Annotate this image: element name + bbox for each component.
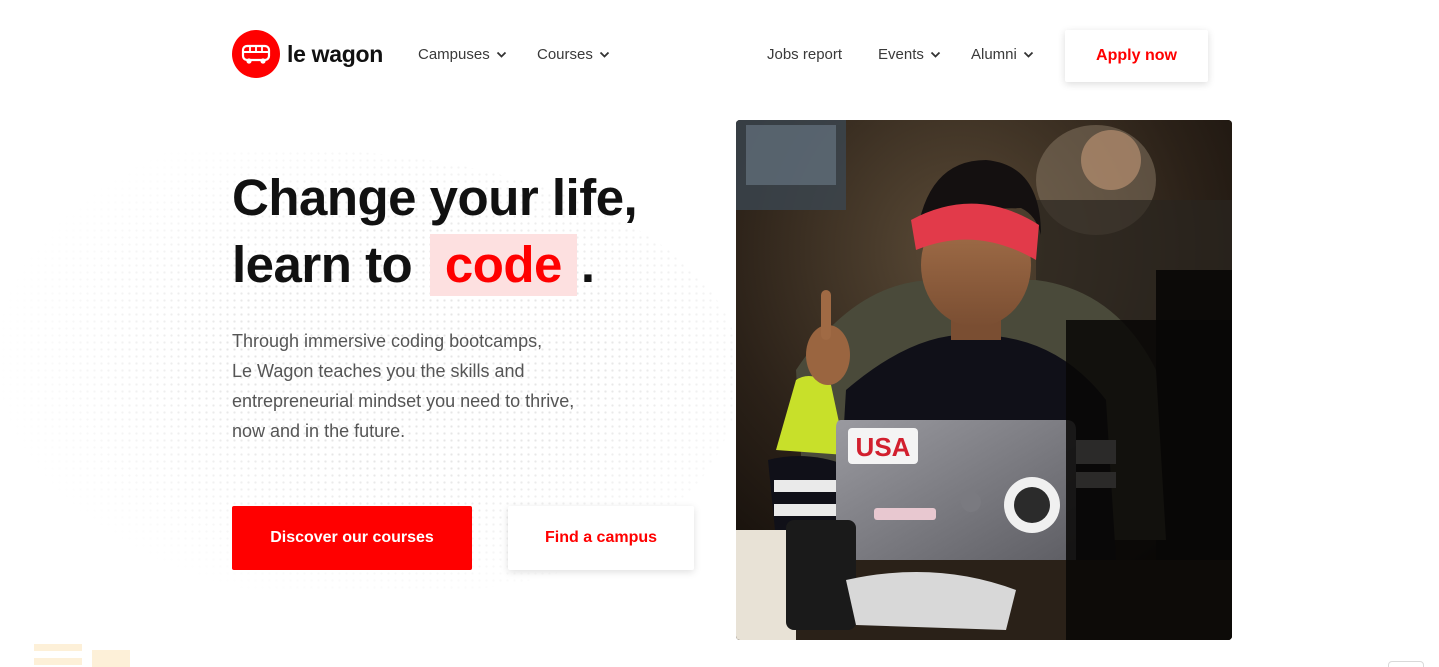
headline-line-2-prefix: learn to	[232, 236, 413, 293]
nav-campuses[interactable]: Campuses	[418, 46, 507, 63]
chevron-down-icon	[599, 51, 609, 58]
nav-events-label: Events	[878, 46, 924, 63]
apply-now-button[interactable]: Apply now	[1065, 30, 1208, 82]
decorative-shape	[34, 642, 134, 667]
nav-events[interactable]: Events	[878, 46, 941, 63]
nav-courses-label: Courses	[537, 46, 593, 63]
nav-jobs-report[interactable]: Jobs report	[767, 46, 842, 63]
usa-sticker-text: USA	[856, 432, 911, 462]
discover-courses-button[interactable]: Discover our courses	[232, 506, 472, 570]
site-header: le wagon Campuses Courses Jobs report Ev…	[0, 0, 1439, 110]
subtext-line: now and in the future.	[232, 421, 406, 441]
scroll-to-top-button[interactable]	[1388, 661, 1424, 667]
chevron-down-icon	[1023, 51, 1033, 58]
hero-subtext: Through immersive coding bootcamps, Le W…	[232, 326, 652, 446]
subtext-line: entrepreneurial mindset you need to thri…	[232, 391, 575, 411]
subtext-line: Through immersive coding bootcamps,	[232, 331, 543, 351]
chevron-down-icon	[496, 51, 506, 58]
nav-alumni-label: Alumni	[971, 46, 1017, 63]
headline-highlight: code	[429, 234, 577, 296]
bus-icon	[232, 30, 280, 78]
nav-courses[interactable]: Courses	[537, 46, 610, 63]
logo[interactable]: le wagon	[232, 30, 383, 78]
headline-suffix: .	[580, 236, 595, 293]
find-campus-button[interactable]: Find a campus	[508, 506, 694, 570]
headline-line-1: Change your life,	[232, 169, 638, 226]
chevron-down-icon	[930, 51, 940, 58]
hero-headline: Change your life, learn to code.	[232, 164, 638, 298]
subtext-line: Le Wagon teaches you the skills and	[232, 361, 525, 381]
nav-campuses-label: Campuses	[418, 46, 490, 63]
hero-photo: USA	[736, 120, 1232, 640]
nav-jobs-report-label: Jobs report	[767, 46, 843, 63]
logo-text: le wagon	[287, 40, 384, 67]
nav-alumni[interactable]: Alumni	[971, 46, 1034, 63]
